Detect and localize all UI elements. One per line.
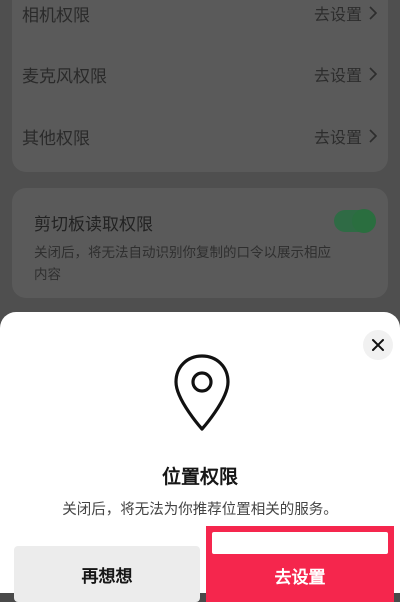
settings-row-camera[interactable]: 相机权限 去设置 (22, 0, 378, 28)
close-icon (372, 339, 384, 351)
row-action: 去设置 (313, 66, 362, 85)
toggle-knob (352, 209, 376, 233)
settings-row-microphone[interactable]: 麦克风权限 去设置 (22, 59, 378, 89)
cancel-button[interactable]: 再想想 (14, 546, 200, 602)
dialog-title: 位置权限 (161, 466, 238, 488)
row-label: 其他权限 (22, 128, 90, 149)
row-label: 相机权限 (22, 5, 90, 26)
go-settings-label: 去设置 (274, 568, 326, 588)
chevron-right-icon (369, 67, 378, 81)
row-action: 去设置 (313, 5, 362, 24)
chevron-right-icon (369, 129, 378, 143)
settings-row-other[interactable]: 其他权限 去设置 (22, 121, 378, 151)
location-pin-icon (174, 354, 230, 431)
close-button[interactable] (363, 330, 393, 360)
clipboard-description: 关闭后，将无法自动识别你复制的口令以展示相应内容 (34, 245, 331, 283)
chevron-right-icon (369, 6, 378, 20)
row-action: 去设置 (313, 128, 362, 147)
clipboard-title: 剪切板读取权限 (34, 215, 153, 235)
button-highlight (212, 532, 388, 554)
clipboard-toggle[interactable] (334, 209, 376, 233)
dialog-description: 关闭后，将无法为你推荐位置相关的服务。 (62, 502, 338, 518)
row-label: 麦克风权限 (22, 66, 107, 87)
go-settings-button[interactable]: 去设置 (206, 526, 394, 602)
